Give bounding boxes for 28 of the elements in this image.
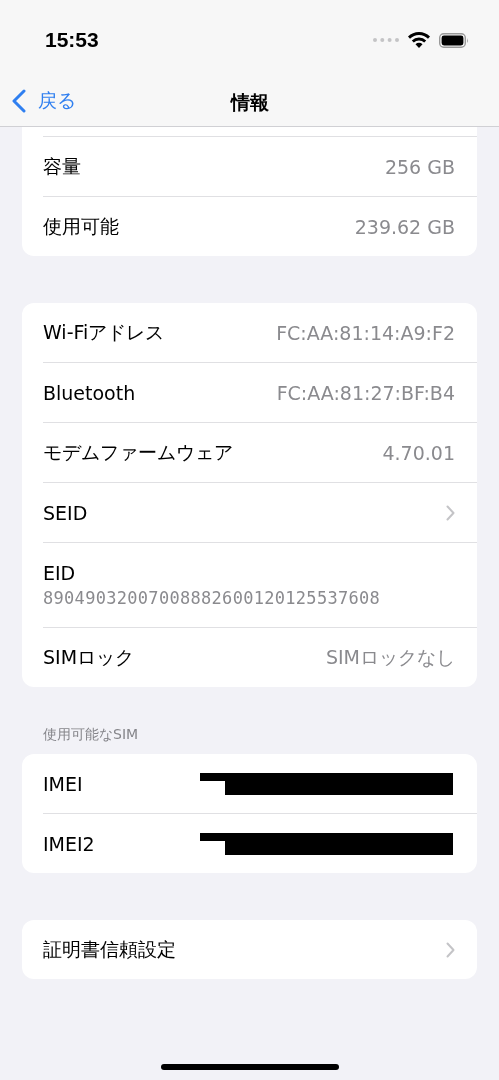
chevron-left-icon bbox=[12, 89, 26, 113]
wifi-icon bbox=[408, 32, 430, 48]
row-label: モデムファームウェア bbox=[43, 439, 233, 465]
chevron-right-icon bbox=[446, 941, 455, 958]
row-value: 256 GB bbox=[384, 155, 455, 178]
row-value: SIMロックなし bbox=[325, 644, 455, 670]
row-label: Bluetooth bbox=[43, 381, 136, 404]
battery-icon bbox=[439, 32, 469, 48]
settings-row[interactable]: SEID bbox=[22, 483, 477, 542]
no-signal-icon bbox=[373, 38, 399, 42]
row-value: 4.70.01 bbox=[382, 441, 455, 464]
row-label: IMEI bbox=[43, 772, 83, 795]
settings-row[interactable]: 証明書信頼設定 bbox=[22, 920, 477, 979]
row-value: FC:AA:81:14:A9:F2 bbox=[276, 321, 455, 344]
section-header: 使用可能なSIM bbox=[42, 726, 140, 744]
row-label: 容量 bbox=[43, 153, 81, 179]
row-value: 89049032007008882600120125537608 bbox=[43, 588, 381, 608]
back-button[interactable]: 戻る bbox=[12, 88, 76, 114]
row-label: IMEI2 bbox=[43, 832, 95, 855]
row-label: 使用可能 bbox=[43, 213, 119, 239]
row-label: SIMロック bbox=[43, 644, 135, 670]
chevron-right-icon bbox=[446, 504, 455, 521]
status-time: 15:53 bbox=[45, 28, 99, 52]
nav-title: 情報 bbox=[230, 90, 269, 115]
row-label: EID bbox=[43, 562, 76, 584]
row-value: FC:AA:81:27:BF:B4 bbox=[276, 381, 455, 404]
row-label: Wi-Fiアドレス bbox=[43, 319, 165, 345]
row-value: 239.62 GB bbox=[354, 215, 455, 238]
